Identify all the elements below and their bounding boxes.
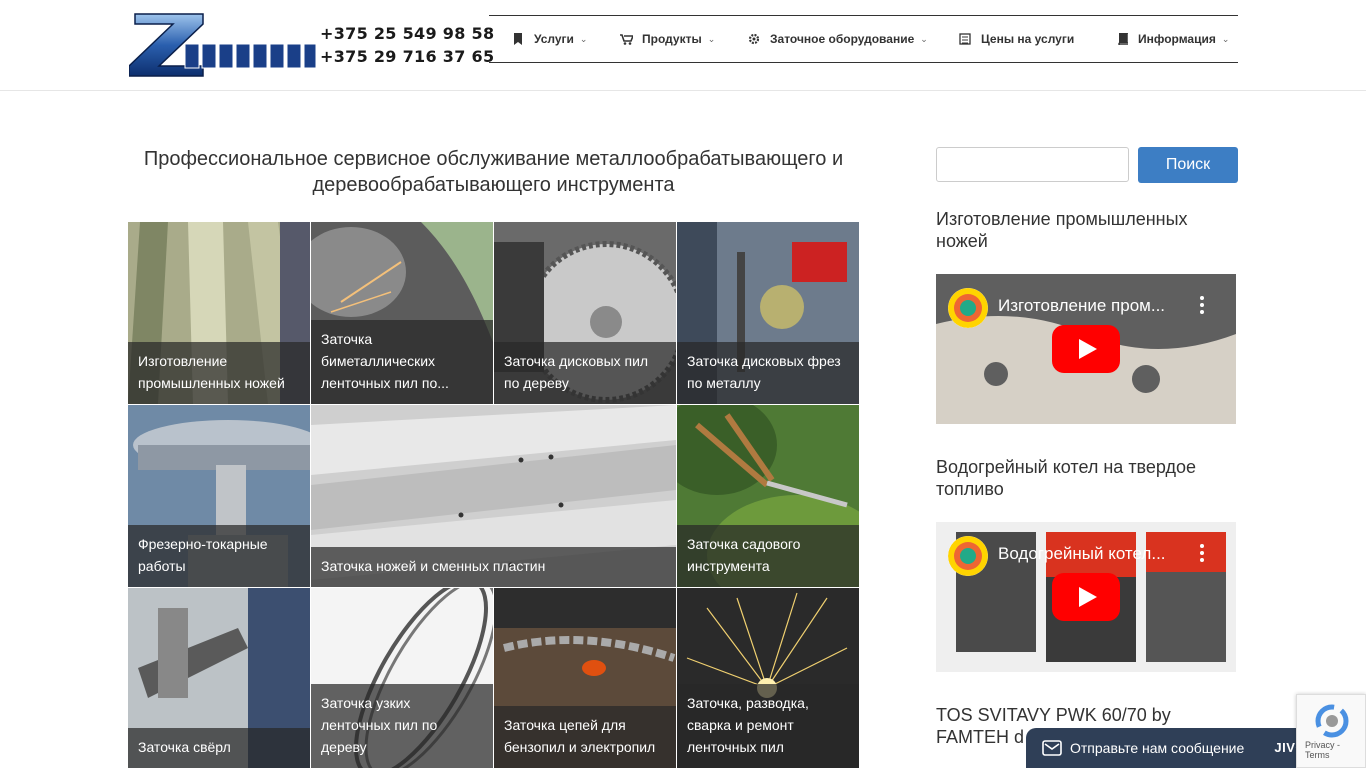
tile-caption: Заточка дисковых пил по дереву [494,342,676,404]
nav-label: Информация [1138,32,1216,46]
widget-title-boiler: Водогрейный котел на твердое топливо [936,457,1197,499]
phone-numbers: +375 25 549 98 58 +375 29 716 37 65 [320,22,494,68]
tile-caption: Заточка цепей для бензопил и электропил [494,706,676,768]
channel-avatar[interactable] [948,536,988,576]
search-input[interactable] [936,147,1129,182]
more-icon[interactable] [1200,296,1204,314]
play-button-icon[interactable] [1052,573,1120,621]
logo[interactable] [129,12,317,78]
gear-icon [747,32,761,46]
tile-caption: Заточка садового инструмента [677,525,859,587]
phone-1[interactable]: +375 25 549 98 58 [320,22,494,45]
nav-item-equipment[interactable]: Заточное оборудование ⌄ [747,16,928,62]
nav-item-info[interactable]: Информация ⌄ [1115,16,1229,62]
chat-widget[interactable]: Отправьте нам сообщение JIVO [1026,728,1326,768]
tile-caption: Заточка, разводка, сварка и ремонт ленто… [677,684,859,768]
search-button[interactable]: Поиск [1138,147,1238,183]
bookmark-icon [511,32,525,46]
tile-narrow-bandsaws[interactable]: Заточка узких ленточных пил по дереву [311,588,493,768]
nav-label: Услуги [534,32,574,46]
tile-bandsaw-repair[interactable]: Заточка, разводка, сварка и ремонт ленто… [677,588,859,768]
tile-caption: Заточка ножей и сменных пластин [311,547,676,587]
chat-label: Отправьте нам сообщение [1070,740,1245,756]
recaptcha-badge[interactable]: Privacy - Terms [1296,694,1366,768]
video-title[interactable]: Изготовление пром... [998,296,1165,316]
tile-caption: Изготовление промышленных ножей [128,342,310,404]
tile-industrial-knives[interactable]: Изготовление промышленных ножей [128,222,310,404]
tile-circular-cutters-metal[interactable]: Заточка дисковых фрез по металлу [677,222,859,404]
channel-avatar[interactable] [948,288,988,328]
services-grid: Изготовление промышленных ножей Заточка … [128,222,859,768]
nav-item-services[interactable]: Услуги ⌄ [511,16,587,62]
nav-label: Продукты [642,32,702,46]
more-icon[interactable] [1200,544,1204,562]
chevron-down-icon: ⌄ [707,33,716,44]
page-title: Профессиональное сервисное обслуживание … [143,148,844,196]
tile-bimetal-bandsaws[interactable]: Заточка биметаллических ленточных пил по… [311,222,493,404]
nav-item-prices[interactable]: Цены на услуги [958,16,1074,62]
recaptcha-terms[interactable]: Privacy - Terms [1305,740,1365,760]
play-button-icon[interactable] [1052,325,1120,373]
tile-caption: Заточка биметаллических ленточных пил по… [311,320,493,404]
tile-drills[interactable]: Заточка свёрл [128,588,310,768]
cart-icon [619,32,633,46]
tile-caption: Фрезерно-токарные работы [128,525,310,587]
video-embed-knives[interactable]: Изготовление пром... [936,274,1236,424]
nav-label: Цены на услуги [981,32,1075,46]
tile-garden-tools[interactable]: Заточка садового инструмента [677,405,859,587]
tile-knives-inserts[interactable]: Заточка ножей и сменных пластин [311,405,676,587]
money-icon [958,32,972,46]
chevron-down-icon: ⌄ [920,33,928,44]
tile-chainsaw-chains[interactable]: Заточка цепей для бензопил и электропил [494,588,676,768]
tile-caption: Заточка дисковых фрез по металлу [677,342,859,404]
chevron-down-icon: ⌄ [1221,33,1230,44]
recaptcha-icon [1315,704,1349,738]
main-nav: Услуги ⌄ Продукты ⌄ Заточное оборудовани… [489,15,1238,63]
book-icon [1115,32,1129,46]
video-embed-boiler[interactable]: Водогрейный котел... [936,522,1236,672]
video-title[interactable]: Водогрейный котел... [998,544,1166,564]
tile-milling-turning[interactable]: Фрезерно-токарные работы [128,405,310,587]
mail-icon [1042,740,1062,756]
site-header: +375 25 549 98 58 +375 29 716 37 65 Услу… [0,0,1366,91]
phone-2[interactable]: +375 29 716 37 65 [320,45,494,68]
tile-caption: Заточка свёрл [128,728,310,768]
nav-item-products[interactable]: Продукты ⌄ [619,16,715,62]
nav-label: Заточное оборудование [770,32,915,46]
chevron-down-icon: ⌄ [579,33,588,44]
tile-circular-saws-wood[interactable]: Заточка дисковых пил по дереву [494,222,676,404]
widget-title-knives: Изготовление промышленных ножей [936,209,1188,251]
tile-caption: Заточка узких ленточных пил по дереву [311,684,493,768]
